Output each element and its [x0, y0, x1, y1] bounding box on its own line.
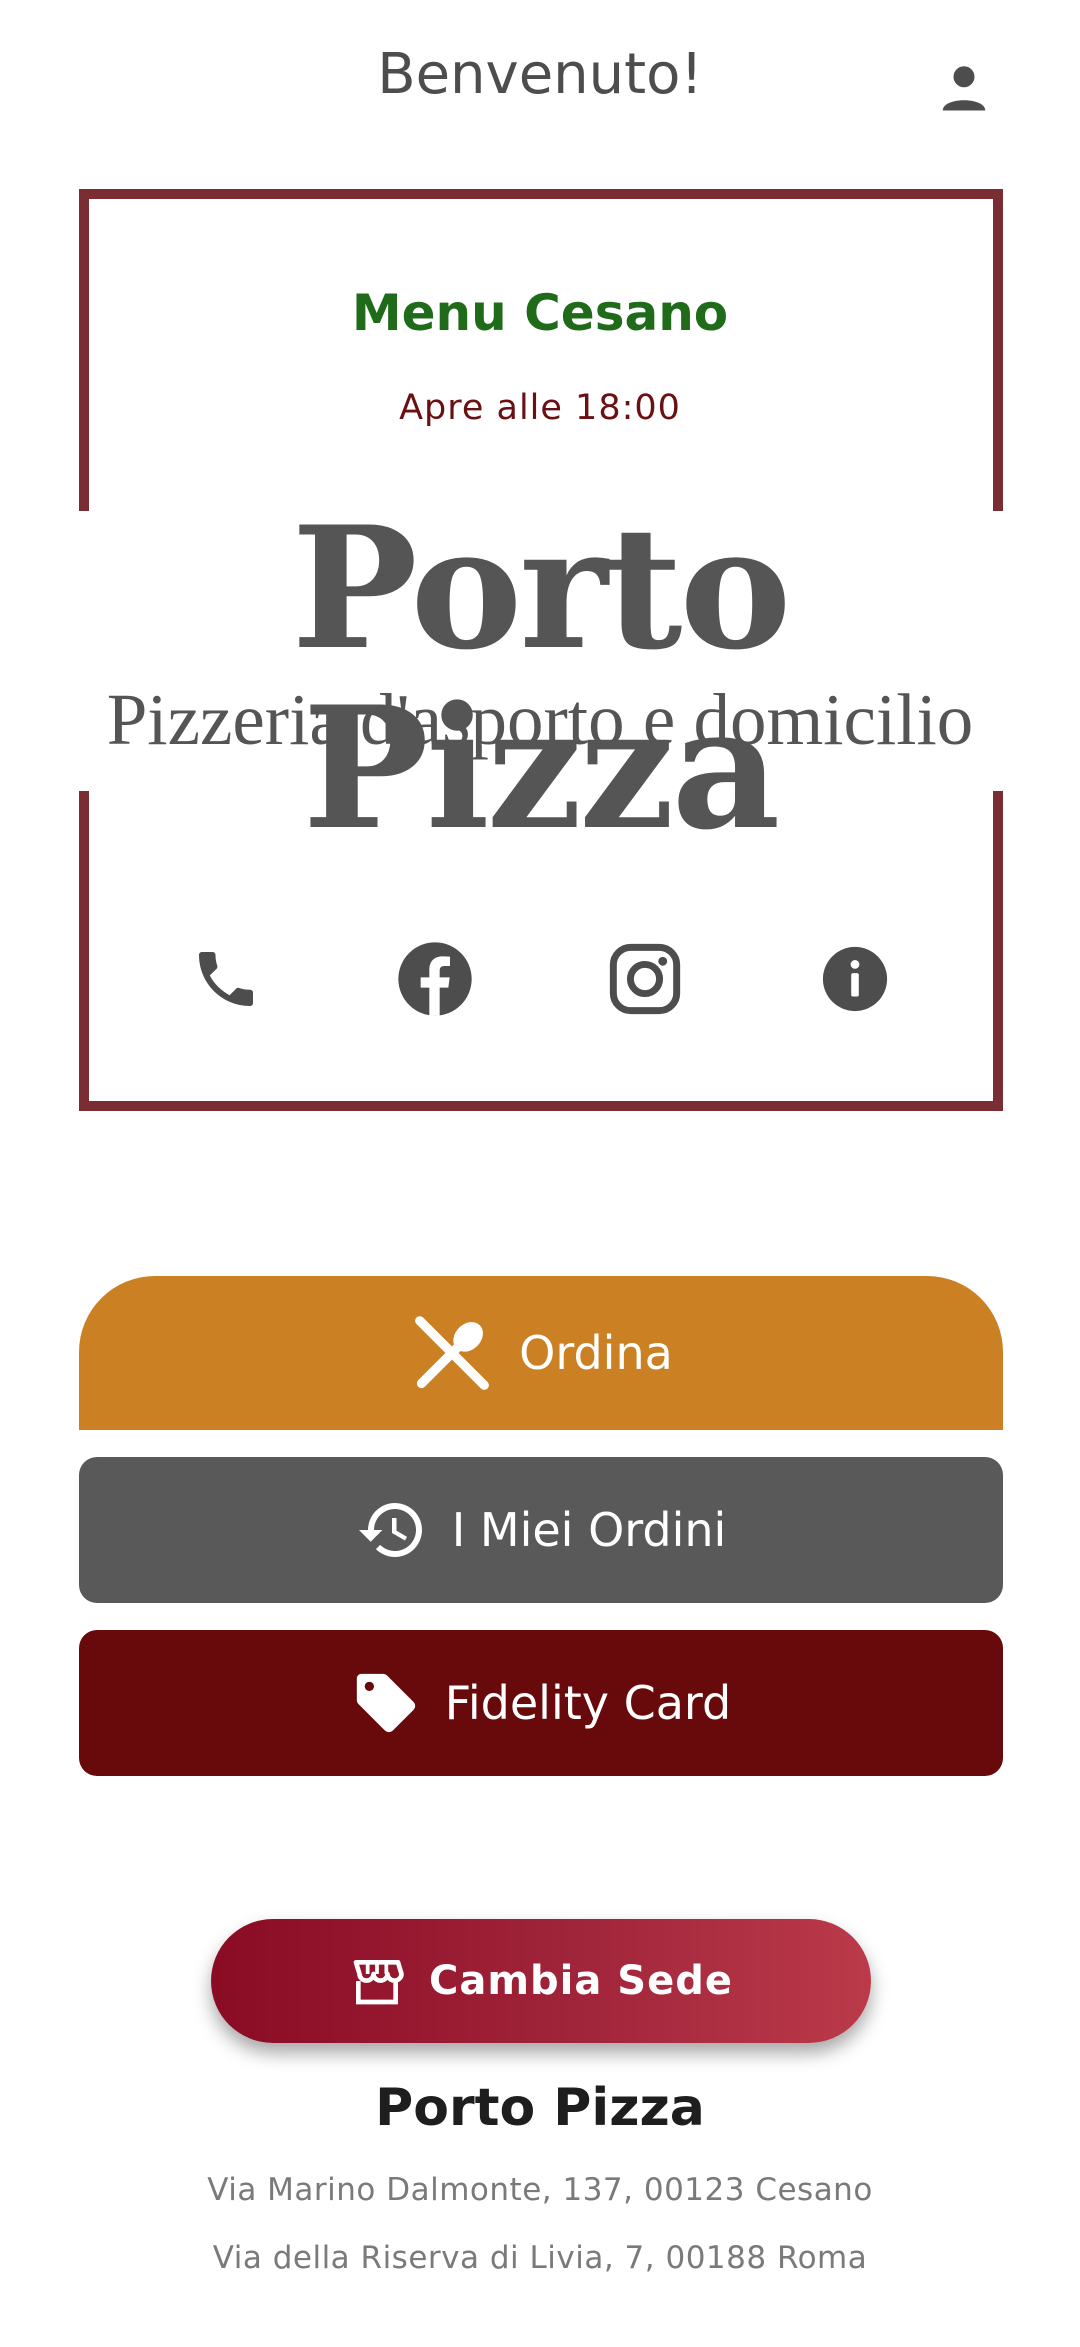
fidelity-card-button[interactable]: Fidelity Card — [79, 1630, 1003, 1776]
info-button[interactable] — [813, 937, 897, 1021]
card-frame-right-top — [993, 189, 1003, 511]
facebook-button[interactable] — [393, 937, 477, 1021]
instagram-button[interactable] — [603, 937, 687, 1021]
fidelity-card-label: Fidelity Card — [444, 1676, 732, 1730]
card-frame-left-top — [79, 189, 89, 511]
address-cesano: Via Marino Dalmonte, 137, 00123 Cesano — [207, 2172, 873, 2208]
logo-subtitle: Pizzeria d'asporto e domicilio — [106, 679, 974, 760]
info-icon — [822, 946, 888, 1012]
page-title: Benvenuto! — [377, 42, 703, 107]
phone-button[interactable] — [184, 937, 268, 1021]
account-icon — [942, 66, 986, 111]
tag-icon — [356, 1673, 415, 1733]
card-frame-top — [79, 189, 1003, 199]
miei-ordini-label: I Miei Ordini — [451, 1503, 727, 1557]
cutlery-icon — [415, 1316, 490, 1390]
instagram-icon — [609, 943, 681, 1015]
footer-title: Porto Pizza — [375, 2078, 705, 2138]
history-icon — [358, 1503, 422, 1557]
phone-icon — [199, 952, 253, 1006]
store-icon — [353, 1960, 404, 2005]
address-roma: Via della Riserva di Livia, 7, 00188 Rom… — [212, 2240, 868, 2276]
opening-hours: Apre alle 18:00 — [399, 388, 681, 428]
miei-ordini-button[interactable]: I Miei Ordini — [79, 1457, 1003, 1603]
cambia-sede-button[interactable]: Cambia Sede — [211, 1919, 871, 2043]
card-frame-bottom — [79, 1101, 1003, 1111]
facebook-icon — [398, 942, 472, 1016]
ordina-label: Ordina — [519, 1326, 673, 1380]
logo-title: Porto Pizza — [291, 489, 791, 867]
menu-title[interactable]: Menu Cesano — [0, 284, 1080, 342]
account-button[interactable] — [926, 50, 1002, 126]
cambia-sede-label: Cambia Sede — [429, 1958, 733, 2004]
ordina-button[interactable]: Ordina — [79, 1276, 1003, 1430]
